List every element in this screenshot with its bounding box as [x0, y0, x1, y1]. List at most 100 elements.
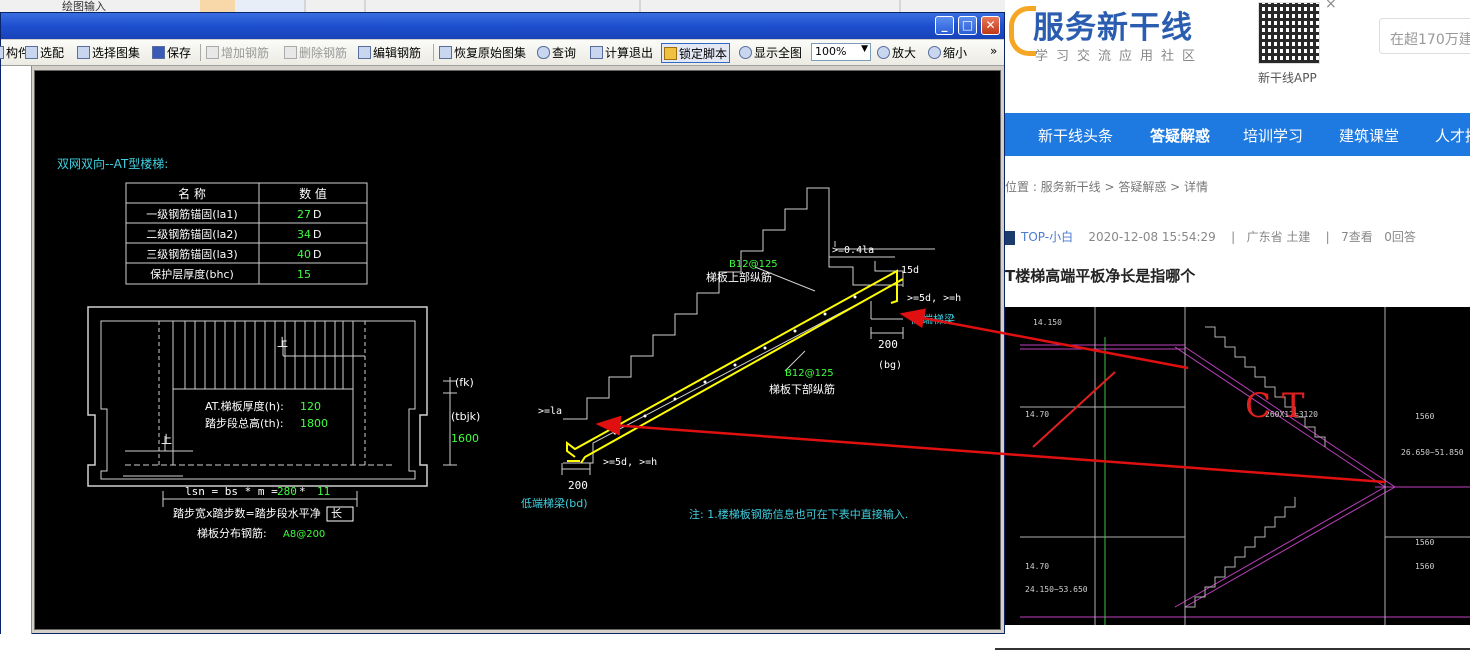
- drawing-canvas[interactable]: 双网双向--AT型楼梯: 名 称 数 值 一级钢筋锚固(la1) 27 D 二级…: [34, 70, 1001, 630]
- toolbar-zoom-out-button[interactable]: 缩小: [928, 44, 967, 61]
- toolbar-label: 锁定脚本: [679, 46, 728, 61]
- cad-text: 14.150: [1033, 318, 1062, 327]
- high-beam-label: 高端梯梁: [911, 312, 955, 326]
- toolbar-label: 查询: [552, 46, 577, 60]
- stair-plan: [87, 306, 428, 487]
- cad-text: 26.650~51.850: [1401, 448, 1464, 457]
- lsn-formula: lsn = bs * m =: [185, 485, 278, 498]
- distribution-label: 梯板分布钢筋:: [197, 526, 267, 540]
- toolbar-lock-script-button[interactable]: 锁定脚本: [661, 43, 731, 63]
- search-input[interactable]: 在超170万建: [1379, 18, 1470, 54]
- add-rebar-icon: [206, 46, 219, 59]
- table-row-name: 一级钢筋锚固(la1): [146, 207, 237, 221]
- post-location: 广东省 土建: [1246, 230, 1311, 244]
- anchor-la-label: >=la: [538, 406, 562, 417]
- lsn-m-value[interactable]: 11: [317, 485, 330, 498]
- zoom-select[interactable]: 100% ▼: [811, 43, 871, 61]
- logo-name: 服务新干线: [1033, 10, 1193, 46]
- low-beam-label: 低端梯梁(bd): [521, 496, 588, 510]
- toolbar-calc-exit-button[interactable]: 计算退出: [590, 44, 653, 61]
- question-meta: TOP-小白 2020-12-08 15:54:29 | 广东省 土建 | 7查…: [1005, 228, 1416, 245]
- bottom-rebar-label: 梯板下部纵筋: [769, 382, 835, 396]
- stair-drawing: 双网双向--AT型楼梯: 名 称 数 值 一级钢筋锚固(la1) 27 D 二级…: [57, 156, 961, 540]
- left-panel: [1, 66, 32, 634]
- table-row-value[interactable]: 15: [297, 268, 311, 281]
- table-row-unit: D: [313, 208, 321, 221]
- qr-code-icon: [1258, 2, 1320, 64]
- edit-rebar-icon: [358, 46, 371, 59]
- toolbar-restore-atlas-button[interactable]: 恢复原始图集: [439, 44, 526, 61]
- toolbar-show-all-button[interactable]: 显示全图: [739, 44, 802, 61]
- avatar[interactable]: [1005, 230, 1015, 245]
- toolbar-overflow-chevron-icon[interactable]: »: [990, 42, 997, 59]
- toolbar-select-config-button[interactable]: 选配: [25, 44, 64, 61]
- logo-mark-icon: [1009, 6, 1036, 56]
- toolbar-label: 选择图集: [92, 46, 141, 60]
- toolbar-separator: [200, 44, 201, 61]
- low-beam-width[interactable]: 200: [568, 479, 588, 492]
- question-cad-image[interactable]: 14.150 14.70 14.70 24.150~53.650 26.650~…: [1005, 307, 1470, 625]
- slab-thickness-label: AT.梯板厚度(h):: [205, 399, 284, 413]
- minimize-button[interactable]: _: [935, 16, 954, 35]
- nav-qa[interactable]: 答疑解惑: [1150, 125, 1210, 146]
- host-grid-cells: [200, 0, 901, 12]
- fk-label: (fk): [455, 376, 474, 389]
- toolbar-separator: [433, 44, 434, 61]
- cad-text: 14.70: [1025, 562, 1049, 571]
- question-title[interactable]: T楼梯高端平板净长是指哪个: [1005, 265, 1195, 286]
- nav-classroom[interactable]: 建筑课堂: [1339, 125, 1399, 146]
- cad-text: 24.150~53.650: [1025, 585, 1088, 594]
- anchor-top-label: >=0.4la: [832, 245, 874, 256]
- nav-training[interactable]: 培训学习: [1243, 125, 1303, 146]
- step-height-label: 踏步段总高(th):: [205, 416, 284, 430]
- table-row-value[interactable]: 40: [297, 248, 311, 261]
- binoculars-icon: [537, 46, 550, 59]
- table-header: 数 值: [299, 186, 327, 201]
- distribution-value[interactable]: A8@200: [283, 529, 325, 540]
- table-header: 名 称: [178, 186, 206, 201]
- nav-headlines[interactable]: 新干线头条: [1038, 125, 1113, 146]
- toolbar-edit-rebar-button[interactable]: 编辑钢筋: [358, 44, 421, 61]
- toolbar-query-button[interactable]: 查询: [537, 44, 576, 61]
- top-rebar-code[interactable]: B12@125: [729, 259, 778, 270]
- step-height-value[interactable]: 1800: [300, 417, 328, 430]
- table-row-value[interactable]: 34: [297, 228, 311, 241]
- slab-thickness-value[interactable]: 120: [300, 400, 321, 413]
- lock-icon: [664, 46, 677, 60]
- anchor-15d-label: 15d: [901, 265, 919, 276]
- toolbar-save-button[interactable]: 保存: [152, 44, 191, 61]
- close-button[interactable]: ✕: [981, 16, 1000, 35]
- table-row-value[interactable]: 27: [297, 208, 311, 221]
- up-label: 上: [161, 433, 172, 446]
- site-logo[interactable]: 服务新干线 学习交流应用社区: [1005, 0, 1245, 70]
- cad-text: 1560: [1415, 538, 1434, 547]
- tbjk-label: (tbjk): [451, 410, 480, 423]
- toolbar-add-rebar-button[interactable]: 增加钢筋: [206, 44, 269, 61]
- show-all-icon: [739, 46, 752, 59]
- toolbar-atlas-button[interactable]: 选择图集: [77, 44, 140, 61]
- qr-close-icon[interactable]: ×: [1325, 0, 1337, 12]
- zoom-in-icon: [877, 46, 890, 59]
- component-icon: [0, 46, 4, 59]
- logo-slogan: 学习交流应用社区: [1035, 49, 1204, 64]
- cad-text: 1560: [1415, 562, 1434, 571]
- zoom-value: 100%: [815, 45, 847, 58]
- tbjk-value[interactable]: 1600: [451, 432, 479, 445]
- atlas-icon: [77, 46, 90, 59]
- toolbar-label: 保存: [167, 46, 192, 60]
- toolbar-delete-rebar-button[interactable]: 删除钢筋: [284, 44, 347, 61]
- breadcrumb: 位置 : 服务新干线 > 答疑解惑 > 详情: [1005, 180, 1209, 194]
- maximize-button[interactable]: □: [958, 16, 977, 35]
- toolbar-zoom-in-button[interactable]: 放大: [877, 44, 916, 61]
- lsn-bs-value[interactable]: 280: [277, 485, 297, 498]
- toolbar-label: 选配: [40, 46, 65, 60]
- author-name[interactable]: TOP-小白: [1021, 230, 1073, 244]
- bottom-rebar-code[interactable]: B12@125: [785, 368, 834, 379]
- cad-image-drawing: 14.150 14.70 14.70 24.150~53.650 26.650~…: [1020, 307, 1470, 625]
- high-beam-width[interactable]: 200: [878, 338, 898, 351]
- table-row-name: 保护层厚度(bhc): [150, 267, 234, 281]
- window-titlebar[interactable]: _ □ ✕: [1, 13, 1004, 39]
- toolbar-label: 缩小: [943, 46, 968, 60]
- nav-talent[interactable]: 人才招: [1435, 125, 1470, 146]
- toolbar-label: 增加钢筋: [221, 46, 270, 60]
